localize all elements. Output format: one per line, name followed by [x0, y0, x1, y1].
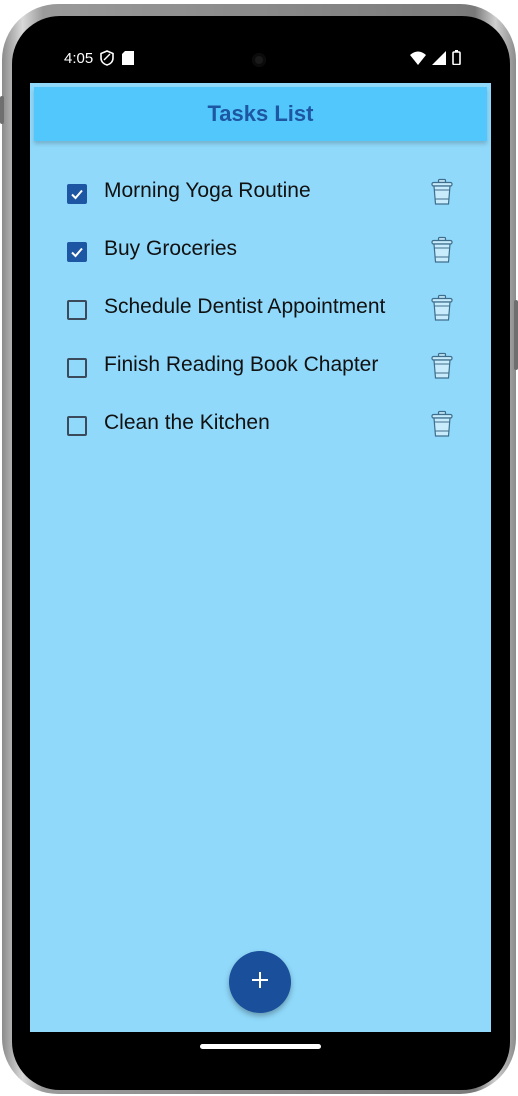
sd-card-icon — [122, 51, 134, 69]
front-camera — [252, 53, 266, 67]
trash-icon — [430, 410, 454, 442]
status-right-icons — [410, 50, 461, 69]
delete-button[interactable] — [430, 352, 458, 382]
delete-button[interactable] — [430, 410, 458, 440]
delete-button[interactable] — [430, 294, 458, 324]
shield-icon — [100, 50, 114, 70]
task-checkbox[interactable] — [67, 242, 87, 262]
status-time: 4:05 — [64, 50, 94, 67]
power-button — [514, 300, 518, 370]
task-row: Schedule Dentist Appointment — [30, 279, 491, 337]
task-label: Morning Yoga Routine — [104, 179, 311, 202]
task-checkbox[interactable] — [67, 358, 87, 378]
add-task-button[interactable] — [229, 951, 291, 1013]
task-row: Buy Groceries — [30, 221, 491, 279]
trash-icon — [430, 178, 454, 210]
task-label: Buy Groceries — [104, 237, 238, 260]
signal-icon — [432, 50, 446, 69]
task-row: Clean the Kitchen — [30, 395, 491, 453]
wifi-icon — [410, 51, 426, 69]
plus-icon — [251, 971, 269, 994]
task-checkbox[interactable] — [67, 416, 87, 436]
trash-icon — [430, 352, 454, 384]
page-title: Tasks List — [207, 101, 314, 126]
app-screen: Tasks List Morning Yoga Routine Buy Groc… — [30, 83, 491, 1032]
task-list: Morning Yoga Routine Buy Groceries Sched… — [30, 163, 491, 453]
task-label: Finish Reading Book Chapter — [104, 353, 379, 376]
gesture-nav-handle[interactable] — [200, 1044, 321, 1049]
delete-button[interactable] — [430, 236, 458, 266]
task-label: Clean the Kitchen — [104, 411, 270, 434]
task-checkbox[interactable] — [67, 184, 87, 204]
battery-icon — [452, 50, 461, 69]
delete-button[interactable] — [430, 178, 458, 208]
task-label: Schedule Dentist Appointment — [104, 295, 386, 318]
task-checkbox[interactable] — [67, 300, 87, 320]
status-left-icons — [100, 50, 134, 70]
task-row: Finish Reading Book Chapter — [30, 337, 491, 395]
app-bar: Tasks List — [34, 87, 487, 141]
volume-button — [0, 96, 4, 124]
trash-icon — [430, 236, 454, 268]
trash-icon — [430, 294, 454, 326]
task-row: Morning Yoga Routine — [30, 163, 491, 221]
